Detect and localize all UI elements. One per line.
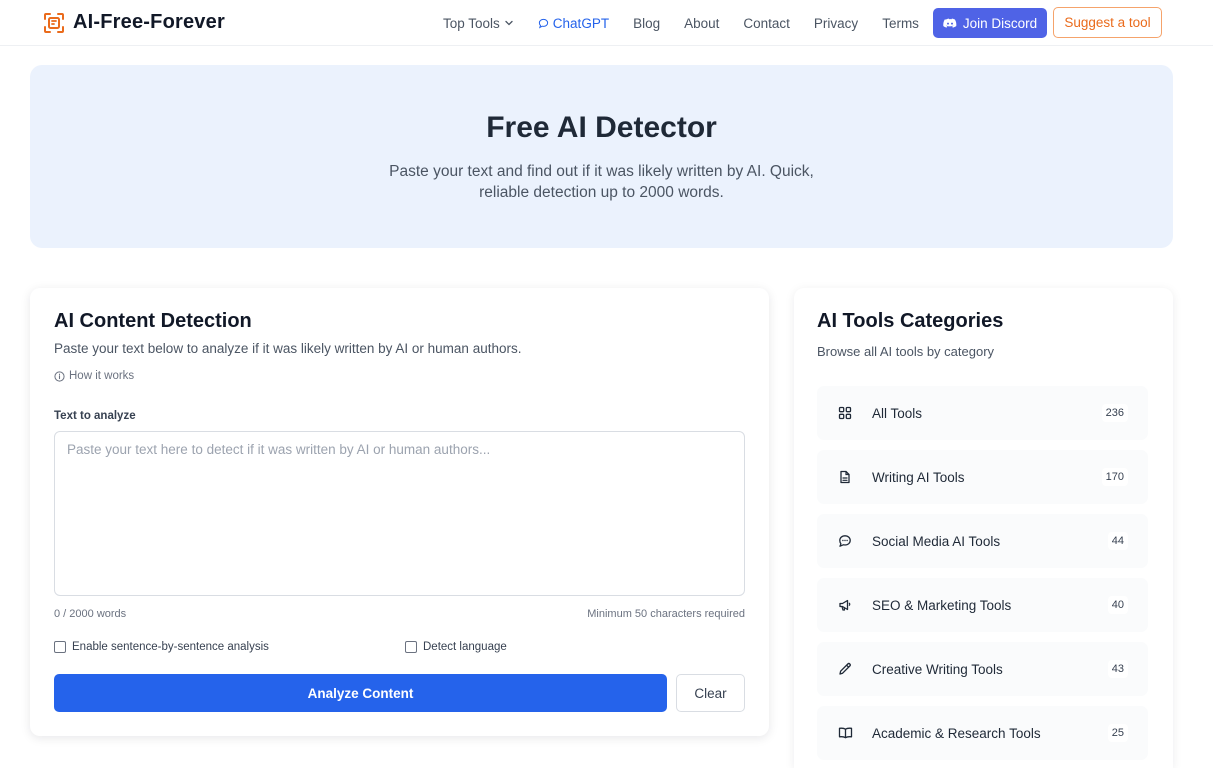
discord-label: Join Discord — [962, 15, 1038, 31]
text-field-label: Text to analyze — [54, 410, 136, 422]
clear-button[interactable]: Clear — [676, 674, 745, 712]
nav-link-terms[interactable]: Terms — [882, 16, 919, 31]
join-discord-button[interactable]: Join Discord — [933, 8, 1047, 38]
nav-link-label: About — [684, 15, 720, 31]
top-navbar: AI-Free-Forever Top Tools ChatGPT Blog A… — [0, 0, 1213, 46]
clear-label: Clear — [694, 685, 727, 701]
nav-link-privacy[interactable]: Privacy — [814, 16, 858, 31]
document-icon — [835, 467, 855, 487]
word-count: 0 / 2000 words — [54, 608, 127, 620]
category-label: Writing AI Tools — [872, 469, 965, 485]
detector-subtitle: Paste your text below to analyze if it w… — [54, 341, 522, 356]
how-it-works-label: How it works — [69, 370, 135, 382]
detector-card: AI Content Detection Paste your text bel… — [30, 288, 769, 736]
analyze-label: Analyze Content — [307, 685, 414, 701]
info-icon — [54, 370, 65, 382]
nav-link-label: Terms — [882, 15, 919, 31]
category-item-academic-research[interactable]: Academic & Research Tools 25 — [817, 706, 1148, 760]
chevron-down-icon — [505, 20, 513, 26]
checkbox-box[interactable] — [54, 641, 66, 653]
category-count: 43 — [1107, 660, 1128, 678]
logo-text: AI-Free-Forever — [73, 11, 225, 33]
nav-link-chatgpt[interactable]: ChatGPT — [538, 16, 609, 31]
megaphone-icon — [835, 595, 855, 615]
nav-link-label: Privacy — [813, 15, 859, 31]
categories-title: AI Tools Categories — [817, 310, 1004, 332]
category-label: SEO & Marketing Tools — [872, 597, 1012, 613]
category-label: Social Media AI Tools — [872, 533, 1001, 549]
detector-title: AI Content Detection — [54, 310, 252, 332]
category-label: Academic & Research Tools — [872, 725, 1041, 741]
text-to-analyze-input[interactable] — [54, 431, 745, 596]
detect-language-label: Detect language — [423, 641, 507, 653]
nav-link-label: Contact — [743, 15, 790, 31]
discord-icon — [943, 18, 957, 28]
category-count: 236 — [1101, 404, 1128, 422]
category-count: 25 — [1107, 724, 1128, 742]
category-count: 170 — [1101, 468, 1128, 486]
category-count: 44 — [1107, 532, 1128, 550]
category-label: Creative Writing Tools — [872, 661, 1003, 677]
nav-link-about[interactable]: About — [684, 16, 719, 31]
category-item-social-media[interactable]: Social Media AI Tools 44 — [817, 514, 1148, 568]
checkbox-box[interactable] — [405, 641, 417, 653]
categories-subtitle: Browse all AI tools by category — [817, 344, 995, 359]
book-icon — [835, 723, 855, 743]
category-count: 40 — [1107, 596, 1128, 614]
pencil-icon — [835, 659, 855, 679]
suggest-label: Suggest a tool — [1064, 15, 1151, 30]
hero-subtitle: Paste your text and find out if it was l… — [389, 163, 814, 201]
min-characters-note: Minimum 50 characters required — [587, 608, 745, 620]
categories-sidebar: AI Tools Categories Browse all AI tools … — [794, 288, 1173, 768]
category-item-creative-writing[interactable]: Creative Writing Tools 43 — [817, 642, 1148, 696]
category-label: All Tools — [872, 405, 923, 421]
nav-link-contact[interactable]: Contact — [743, 16, 790, 31]
page-title: Free AI Detector — [486, 111, 717, 144]
detect-language-checkbox[interactable]: Detect language — [405, 641, 507, 653]
hero-banner: Free AI Detector Paste your text and fin… — [30, 65, 1173, 248]
analyze-content-button[interactable]: Analyze Content — [54, 674, 667, 712]
chat-icon — [538, 18, 548, 28]
nav-link-label: Blog — [633, 15, 661, 31]
nav-link-blog[interactable]: Blog — [633, 16, 660, 31]
chat-bubble-icon — [835, 531, 855, 551]
sentence-analysis-checkbox[interactable]: Enable sentence-by-sentence analysis — [54, 641, 269, 653]
grid-icon — [835, 403, 855, 423]
logo[interactable]: AI-Free-Forever — [43, 11, 225, 34]
how-it-works-link[interactable]: How it works — [54, 370, 134, 382]
category-item-writing[interactable]: Writing AI Tools 170 — [817, 450, 1148, 504]
nav-link-top-tools[interactable]: Top Tools — [443, 16, 514, 31]
suggest-tool-button[interactable]: Suggest a tool — [1053, 7, 1162, 38]
nav-links: Top Tools ChatGPT Blog About Contact Pri… — [443, 0, 943, 46]
sentence-analysis-label: Enable sentence-by-sentence analysis — [72, 641, 269, 653]
nav-link-label: ChatGPT — [552, 15, 610, 31]
category-item-all-tools[interactable]: All Tools 236 — [817, 386, 1148, 440]
category-item-seo-marketing[interactable]: SEO & Marketing Tools 40 — [817, 578, 1148, 632]
logo-icon — [44, 12, 64, 33]
nav-link-label: Top Tools — [443, 15, 500, 31]
